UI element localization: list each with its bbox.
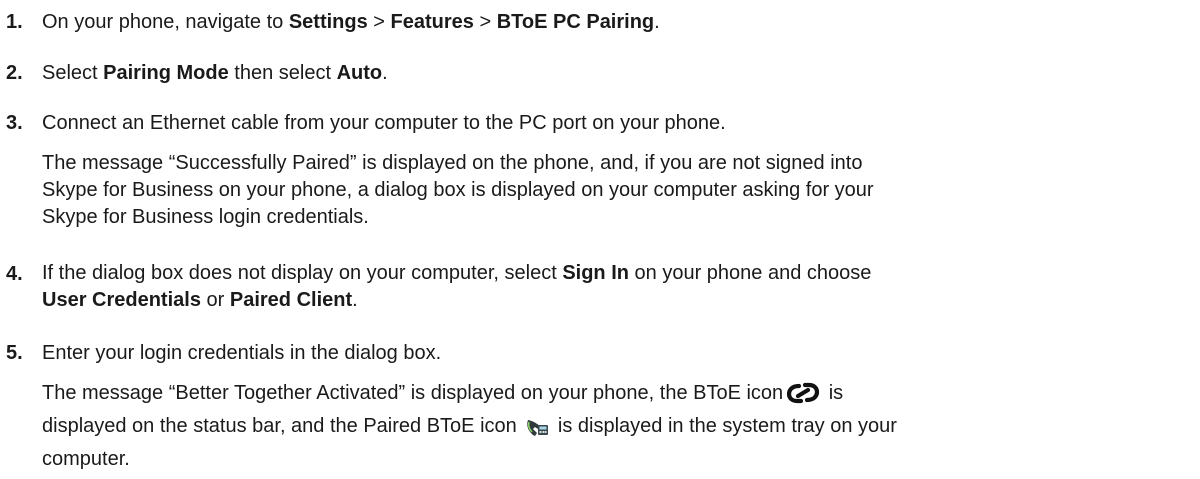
note-line: displayed on the status bar, and the Pai… [42,413,1192,446]
paired-btoe-tray-icon [524,416,550,446]
note-line: computer. [42,448,130,470]
note-line: The message “Better Together Activated” … [42,380,1192,413]
menu-path-features: Features [390,11,474,33]
menu-path-btoe-pc-pairing: BToE PC Pairing [496,11,655,33]
step-text-segment: . [382,62,388,84]
option-user-credentials: User Credentials [42,289,201,311]
step-text-segment: or [200,289,230,311]
step-text: Enter your login credentials in the dial… [42,342,442,364]
step-text-segment: on your phone and choose [628,262,872,284]
option-pairing-mode: Pairing Mode [103,62,229,84]
step-number: 1. [6,11,23,33]
step-text: If the dialog box does not display on yo… [42,260,1192,314]
menu-path-settings: Settings [288,11,368,33]
option-auto: Auto [336,62,383,84]
step-text-segment: On your phone, navigate to [42,11,289,33]
step-number: 2. [6,62,23,84]
option-sign-in: Sign In [562,262,629,284]
note-line: The message “Successfully Paired” is dis… [42,152,863,174]
step-3-note: The message “Successfully Paired” is dis… [42,150,1192,231]
step-number: 4. [6,263,23,285]
step-text: On your phone, navigate to Settings > Fe… [42,8,1192,36]
note-line-segment: is displayed in the system tray on your [552,415,897,437]
btoe-link-icon [785,381,821,413]
step-number: 5. [6,342,23,364]
step-text-segment: If the dialog box does not display on yo… [42,262,563,284]
path-separator: > [367,11,391,33]
step-text-segment: . [352,289,358,311]
note-line: Skype for Business login credentials. [42,206,369,228]
step-5-note: The message “Better Together Activated” … [42,380,1192,473]
note-line-segment: displayed on the status bar, and the Pai… [42,415,517,437]
note-line: Skype for Business on your phone, a dial… [42,179,874,201]
path-separator: > [473,11,497,33]
instruction-document: 1. On your phone, navigate to Settings >… [0,0,1200,479]
step-number: 3. [6,112,23,134]
step-text-segment: then select [228,62,337,84]
option-paired-client: Paired Client [229,289,353,311]
step-text-segment: Select [42,62,104,84]
step-text: Select Pairing Mode then select Auto. [42,59,1192,87]
note-line-segment: is [823,382,844,404]
step-text: Connect an Ethernet cable from your comp… [42,112,726,134]
note-line-segment: The message “Better Together Activated” … [42,382,784,404]
step-text-segment: . [654,11,660,33]
